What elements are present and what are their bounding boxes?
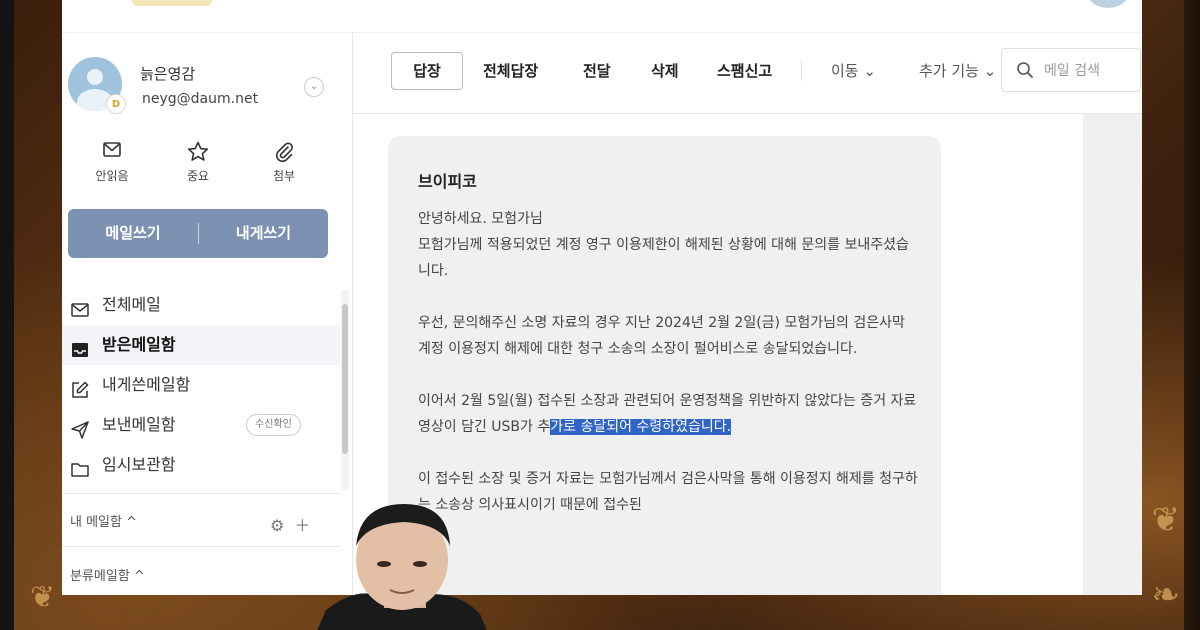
logo[interactable] — [132, 0, 212, 6]
message-toolbar: 답장 전체답장 전달 삭제 스팸신고 이동 ⌄ 추가 기능 ⌄ — [353, 33, 1142, 114]
plus-icon[interactable]: ＋ — [294, 516, 310, 535]
divider — [801, 61, 802, 81]
top-bar — [62, 0, 1142, 33]
user-name: 늙은영감 — [140, 65, 196, 83]
filter-unread[interactable]: 안읽음 — [82, 141, 142, 184]
filter-label: 중요 — [186, 169, 210, 183]
folder-drafts[interactable]: 임시보관함 — [62, 445, 340, 485]
filter-important[interactable]: 중요 — [168, 141, 228, 184]
body-paragraph: 이어서 2월 5일(월) 접수된 소장과 관련되어 운영정책을 위반하지 않았다… — [418, 388, 918, 440]
webcam-overlay — [312, 498, 492, 630]
send-icon — [70, 415, 90, 439]
service-badge: D — [106, 94, 126, 114]
move-dropdown[interactable]: 이동 ⌄ — [831, 60, 876, 81]
sidebar-scrollbar[interactable] — [341, 290, 349, 490]
mail-icon — [70, 295, 90, 317]
compose-group: 메일쓰기 내게쓰기 — [68, 209, 328, 258]
forward-button[interactable]: 전달 — [583, 60, 611, 81]
reply-all-button[interactable]: 전체답장 — [483, 60, 538, 81]
folder-inbox[interactable]: 받은메일함 — [62, 325, 340, 365]
divider — [62, 493, 340, 494]
selected-text: 가로 송달되어 수령하였습니다. — [550, 419, 732, 435]
greeting: 안녕하세요. 모험가님 — [418, 211, 543, 227]
avatar-head — [87, 69, 103, 85]
category-mailbox-toggle[interactable]: 분류메일함 ^ — [70, 565, 145, 584]
star-icon — [168, 141, 228, 163]
filter-label: 안읽음 — [95, 169, 129, 183]
paperclip-icon — [254, 141, 314, 163]
message-scrollbar-track[interactable] — [1083, 114, 1142, 595]
edit-icon — [70, 375, 90, 398]
folder-all-mail[interactable]: 전체메일 — [62, 285, 340, 325]
mail-search[interactable] — [1001, 48, 1141, 92]
filter-attachment[interactable]: 첨부 — [254, 141, 314, 184]
gear-icon[interactable]: ⚙ — [270, 516, 284, 535]
user-email: neyg@daum.net — [142, 91, 259, 107]
write-mail-button[interactable]: 메일쓰기 — [68, 209, 198, 258]
mailbox-tools: ⚙ ＋ — [260, 512, 310, 536]
search-input[interactable] — [1042, 59, 1138, 83]
folder-sent[interactable]: 보낸메일함 수신확인 — [62, 405, 340, 445]
more-actions-dropdown[interactable]: 추가 기능 ⌄ — [919, 60, 996, 81]
ornament-icon: ❧ — [1151, 575, 1181, 615]
folder-label: 보낸메일함 — [102, 415, 176, 434]
body-paragraph: 모험가님께 적용되었던 계정 영구 이용제한이 해제된 상황에 대해 문의를 보… — [418, 237, 909, 279]
folder-label: 전체메일 — [102, 295, 161, 314]
filter-label: 첨부 — [272, 169, 296, 183]
chevron-down-icon[interactable]: ⌄ — [304, 77, 324, 97]
write-to-self-button[interactable]: 내게쓰기 — [199, 209, 328, 258]
folder-list: 전체메일 받은메일함 내게쓴메일함 보낸메일함 수신확인 임시보관함 — [62, 285, 340, 485]
folder-label: 내게쓴메일함 — [102, 375, 191, 394]
top-avatar[interactable] — [1088, 0, 1128, 8]
mail-icon — [82, 141, 142, 163]
ornament-icon: ❦ — [1151, 500, 1181, 540]
scrollbar-thumb[interactable] — [342, 304, 348, 454]
monitor-bezel-right — [1184, 0, 1200, 630]
search-icon — [1016, 61, 1034, 83]
ornament-icon: ❦ — [30, 580, 56, 615]
folder-label: 받은메일함 — [102, 335, 176, 354]
mail-window: D 늙은영감 neyg@daum.net ⌄ 안읽음 중요 첨부 메일쓰기 내게… — [62, 0, 1142, 595]
folder-label: 임시보관함 — [102, 455, 176, 474]
folder-icon — [70, 455, 90, 477]
inbox-icon — [70, 335, 90, 357]
body-paragraph: 이 접수된 소장 및 증거 자료는 모험가님께서 검은사막을 통해 이용정지 해… — [418, 471, 918, 513]
read-receipt-pill[interactable]: 수신확인 — [246, 414, 301, 436]
folder-self-written[interactable]: 내게쓴메일함 — [62, 365, 340, 405]
reply-button[interactable]: 답장 — [391, 52, 463, 90]
message-body[interactable]: 안녕하세요. 모험가님 모험가님께 적용되었던 계정 영구 이용제한이 해제된 … — [418, 206, 918, 544]
report-spam-button[interactable]: 스팸신고 — [717, 60, 772, 81]
delete-button[interactable]: 삭제 — [651, 60, 679, 81]
sender-name: 브이피코 — [418, 172, 477, 191]
divider — [62, 546, 340, 547]
monitor-bezel-left — [0, 0, 14, 630]
my-mailbox-toggle[interactable]: 내 메일함 ^ — [70, 511, 137, 530]
sidebar: D 늙은영감 neyg@daum.net ⌄ 안읽음 중요 첨부 메일쓰기 내게… — [62, 33, 353, 595]
body-paragraph: 우선, 문의해주신 소명 자료의 경우 지난 2024년 2월 2일(금) 모험… — [418, 315, 905, 357]
